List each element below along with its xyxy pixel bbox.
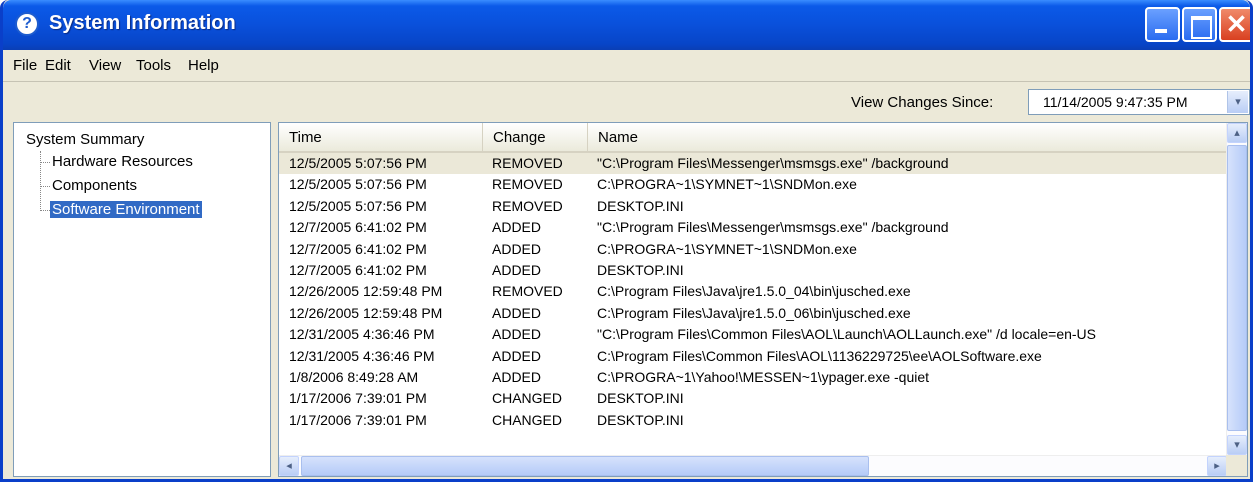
cell-time: 12/7/2005 6:41:02 PM [289,261,427,278]
menu-edit[interactable]: Edit [45,57,71,74]
cell-time: 12/5/2005 5:07:56 PM [289,197,427,214]
scroll-down-icon[interactable]: ▾ [1227,435,1247,455]
cell-time: 12/26/2005 12:59:48 PM [289,283,443,300]
cell-time: 12/5/2005 5:07:56 PM [289,155,427,171]
scroll-right-icon[interactable]: ▸ [1207,456,1227,476]
cell-time: 1/8/2006 8:49:28 AM [289,368,419,385]
view-changes-since-dropdown[interactable]: 11/14/2005 9:47:35 PM ▾ [1028,89,1250,115]
menu-bar: File Edit View Tools Help [3,50,1250,82]
cell-time: 12/7/2005 6:41:02 PM [289,219,427,236]
column-header-change[interactable]: Change [483,123,588,151]
menu-help[interactable]: Help [188,57,219,74]
horizontal-scroll-thumb[interactable] [301,456,869,476]
table-row[interactable]: 12/31/2005 4:36:46 PM ADDED "C:\Program Fi… [279,324,1227,345]
cell-name: C:\Program Files\Java\jre1.5.0_04\bin\ju… [597,283,911,300]
table-row[interactable]: 12/26/2005 12:59:48 PM ADDED C:\Program Fi… [279,303,1227,324]
table-row[interactable]: 1/17/2006 7:39:01 PM CHANGED DESKTOP.INI [279,388,1227,409]
chevron-down-icon[interactable]: ▾ [1227,91,1248,113]
scroll-up-icon[interactable]: ▴ [1227,123,1247,143]
view-changes-since-label: View Changes Since: [851,94,994,111]
cell-change: REMOVED [492,155,563,171]
table-row[interactable]: 12/5/2005 5:07:56 PM REMOVED "C:\Program F… [279,153,1227,175]
tree-connector [40,162,50,163]
table-row[interactable]: 12/26/2005 12:59:48 PM REMOVED C:\Program … [279,281,1227,302]
cell-name: DESKTOP.INI [597,261,684,278]
window-title: System Information [49,12,236,34]
cell-time: 12/31/2005 4:36:46 PM [289,347,435,364]
cell-change: REMOVED [492,197,563,214]
close-button[interactable]: ✕ [1219,7,1250,42]
cell-change: ADDED [492,304,542,321]
tree-item-components[interactable]: Components [52,177,137,194]
cell-change: CHANGED [492,390,563,407]
vertical-scrollbar[interactable]: ▴ ▾ [1226,123,1247,455]
help-icon: ? [15,12,39,36]
list-header: Time Change Name [279,123,1227,153]
column-header-time[interactable]: Time [279,123,483,151]
cell-time: 1/17/2006 7:39:01 PM [289,390,427,407]
minimize-button[interactable] [1145,7,1180,42]
cell-time: 12/7/2005 6:41:02 PM [289,240,427,257]
menu-tools[interactable]: Tools [136,57,171,74]
cell-time: 12/26/2005 12:59:48 PM [289,304,443,321]
table-row[interactable]: 12/5/2005 5:07:56 PM REMOVED DESKTOP.INI [279,196,1227,217]
tree-item-system-summary[interactable]: System Summary [26,131,144,148]
cell-change: CHANGED [492,411,563,428]
cell-name: C:\PROGRA~1\SYMNET~1\SNDMon.exe [597,176,857,193]
cell-name: "C:\Program Files\Messenger\msmsgs.exe" … [597,219,949,236]
tree-connector [40,151,41,211]
table-row[interactable]: 1/8/2006 8:49:28 AM ADDED C:\PROGRA~1\Yaho… [279,367,1227,388]
scrollbar-corner [1226,455,1247,476]
cell-time: 12/5/2005 5:07:56 PM [289,176,427,193]
cell-name: DESKTOP.INI [597,197,684,214]
table-row[interactable]: 12/7/2005 6:41:02 PM ADDED "C:\Program Fil… [279,217,1227,238]
system-information-window: ? System Information ✕ File Edit View To… [0,0,1253,482]
cell-name: DESKTOP.INI [597,411,684,428]
tree-item-hardware-resources[interactable]: Hardware Resources [52,153,193,170]
cell-name: C:\PROGRA~1\SYMNET~1\SNDMon.exe [597,240,857,257]
tree-connector [40,210,50,211]
cell-name: "C:\Program Files\Common Files\AOL\Launc… [597,326,1097,343]
changes-list: Time Change Name 12/5/2005 5:07:56 PM REM… [278,122,1248,477]
horizontal-scrollbar[interactable]: ◂ ▸ [279,455,1227,476]
cell-change: ADDED [492,261,542,278]
vertical-scroll-thumb[interactable] [1227,145,1247,431]
title-bar[interactable]: ? System Information ✕ [3,0,1250,50]
list-rows: 12/5/2005 5:07:56 PM REMOVED "C:\Program F… [279,153,1227,431]
tree-item-software-environment[interactable]: Software Environment [50,201,202,218]
tree-connector [40,186,50,187]
column-header-name[interactable]: Name [588,123,1227,151]
cell-change: ADDED [492,347,542,364]
toolbar: View Changes Since: 11/14/2005 9:47:35 P… [3,82,1250,122]
cell-name: C:\PROGRA~1\Yahoo!\MESSEN~1\ypager.exe -… [597,368,930,385]
table-row[interactable]: 12/7/2005 6:41:02 PM ADDED C:\PROGRA~1\SYM… [279,239,1227,260]
cell-time: 12/31/2005 4:36:46 PM [289,326,435,343]
cell-name: C:\Program Files\Java\jre1.5.0_06\bin\ju… [597,304,911,321]
menu-file[interactable]: File [13,57,37,74]
cell-change: ADDED [492,368,542,385]
cell-name: "C:\Program Files\Messenger\msmsgs.exe" … [597,155,949,171]
maximize-button[interactable] [1182,7,1217,42]
cell-change: ADDED [492,219,542,236]
menu-view[interactable]: View [89,57,121,74]
table-row[interactable]: 1/17/2006 7:39:01 PM CHANGED DESKTOP.INI [279,410,1227,431]
cell-change: REMOVED [492,283,563,300]
table-row[interactable]: 12/7/2005 6:41:02 PM ADDED DESKTOP.INI [279,260,1227,281]
category-tree: System Summary Hardware Resources Compon… [13,122,271,477]
scroll-left-icon[interactable]: ◂ [279,456,299,476]
cell-time: 1/17/2006 7:39:01 PM [289,411,427,428]
table-row[interactable]: 12/5/2005 5:07:56 PM REMOVED C:\PROGRA~1\S… [279,174,1227,195]
table-row[interactable]: 12/31/2005 4:36:46 PM ADDED C:\Program Fil… [279,346,1227,367]
cell-name: DESKTOP.INI [597,390,684,407]
cell-change: ADDED [492,240,542,257]
cell-name: C:\Program Files\Common Files\AOL\113622… [597,347,1042,364]
selected-date: 11/14/2005 9:47:35 PM [1043,94,1188,110]
cell-change: ADDED [492,326,542,343]
close-icon: ✕ [1225,9,1248,39]
cell-change: REMOVED [492,176,563,193]
